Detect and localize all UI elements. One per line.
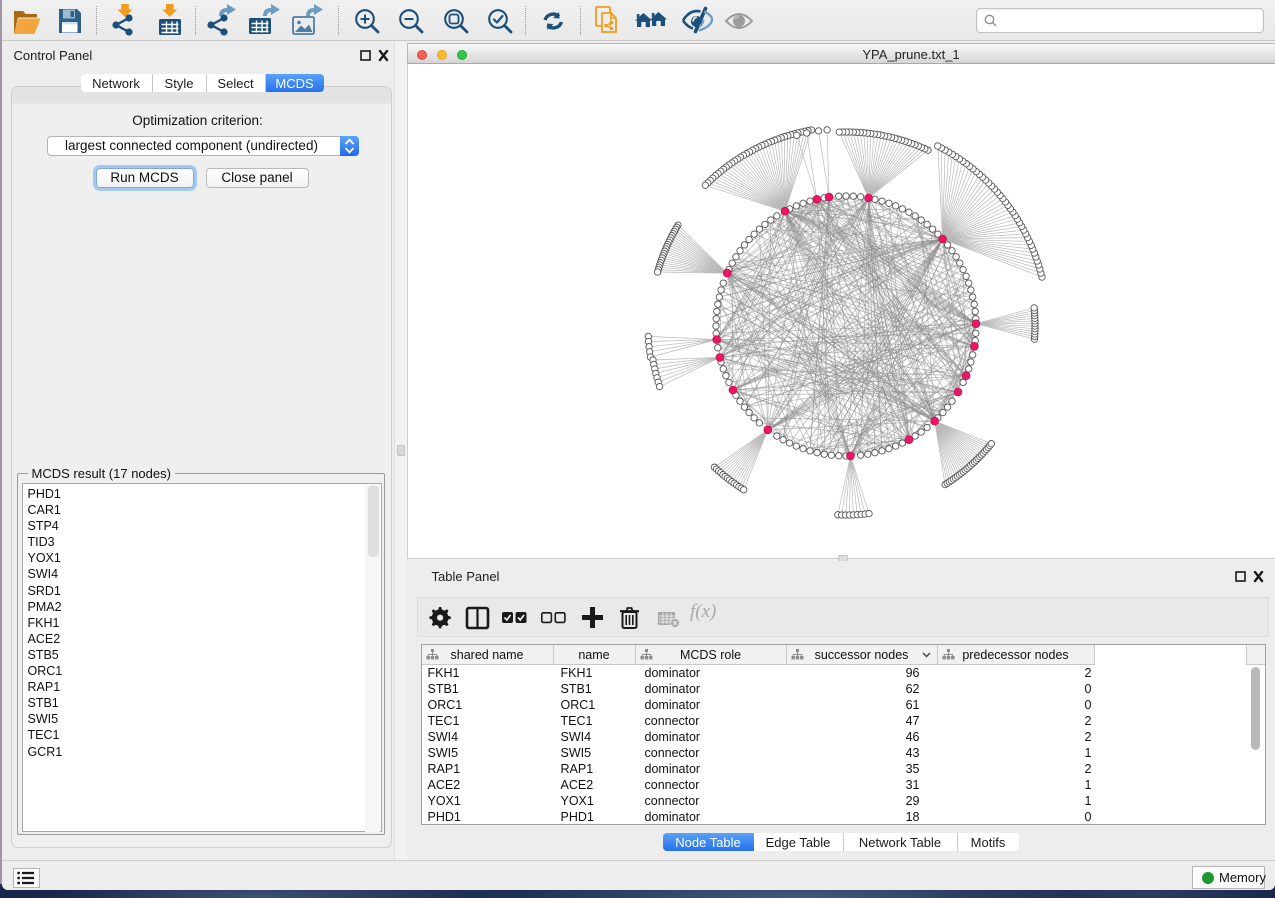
svg-text:f(x): f(x): [690, 601, 716, 622]
